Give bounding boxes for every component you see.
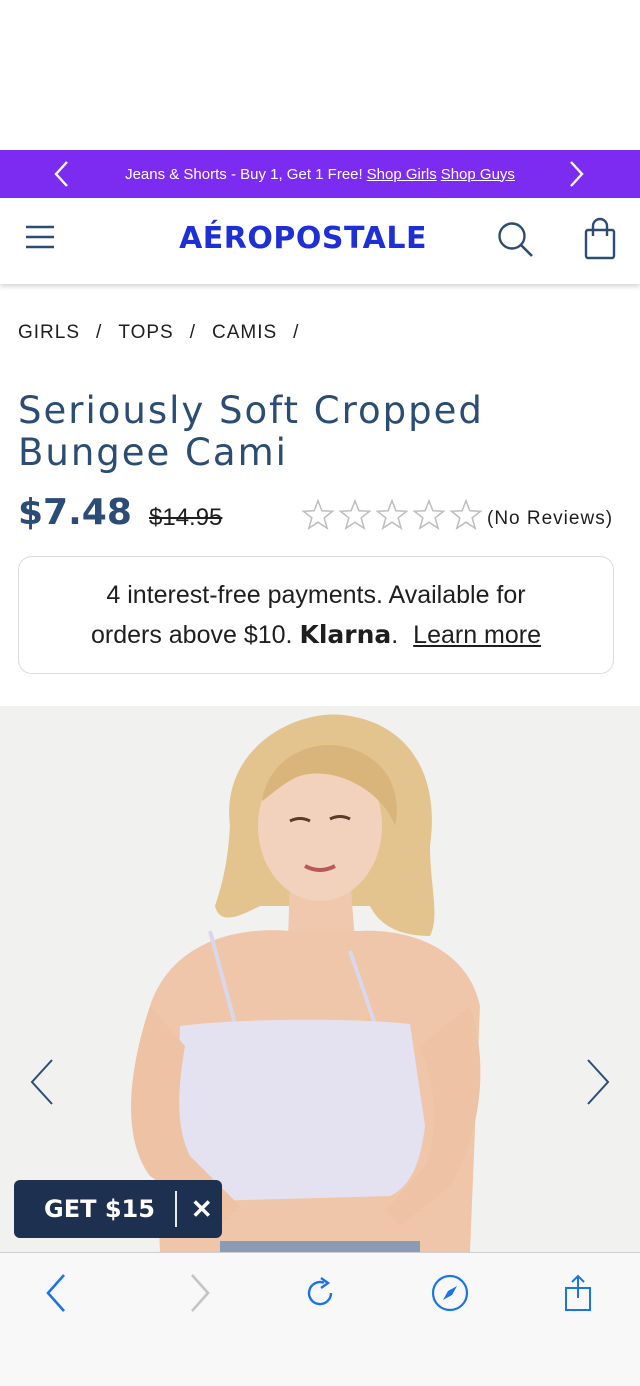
compass-icon bbox=[431, 1274, 469, 1312]
browser-toolbar bbox=[0, 1252, 640, 1386]
star-icon bbox=[301, 498, 335, 530]
chevron-left-icon bbox=[54, 161, 68, 187]
product-title: Seriously Soft Cropped Bungee Cami bbox=[18, 389, 484, 474]
shopping-bag-icon bbox=[584, 217, 616, 260]
brand-logo[interactable]: AÉROPOSTALE bbox=[152, 216, 454, 260]
star-icon bbox=[449, 498, 483, 530]
klarna-payment-box: 4 interest-free payments. Available for … bbox=[18, 556, 614, 674]
promo-prev-button[interactable] bbox=[38, 150, 86, 198]
breadcrumb-separator: / bbox=[293, 322, 300, 343]
sale-price: $7.48 bbox=[18, 492, 132, 533]
gallery-next-button[interactable] bbox=[578, 1056, 618, 1108]
top-blank-area bbox=[0, 0, 640, 150]
browser-reload-button[interactable] bbox=[298, 1271, 342, 1315]
breadcrumb-tops[interactable]: TOPS bbox=[118, 322, 173, 344]
gallery-prev-button[interactable] bbox=[22, 1056, 62, 1108]
klarna-line-2: orders above $10. Klarna. Learn more bbox=[91, 615, 541, 655]
browser-forward-button[interactable] bbox=[178, 1271, 222, 1315]
browser-share-button[interactable] bbox=[556, 1271, 600, 1315]
breadcrumb-camis[interactable]: CAMIS bbox=[212, 322, 277, 344]
breadcrumb-girls[interactable]: GIRLS bbox=[18, 322, 80, 344]
review-count[interactable]: (No Reviews) bbox=[487, 508, 613, 530]
chevron-left-icon bbox=[30, 1059, 53, 1105]
promo-banner: Jeans & Shorts - Buy 1, Get 1 Free! Shop… bbox=[0, 150, 640, 198]
promo-next-button[interactable] bbox=[552, 150, 600, 198]
breadcrumb: GIRLS / TOPS / CAMIS / bbox=[18, 322, 299, 344]
search-button[interactable] bbox=[494, 218, 536, 260]
promo-text: Jeans & Shorts - Buy 1, Get 1 Free! bbox=[125, 165, 363, 183]
menu-button[interactable] bbox=[22, 220, 58, 254]
share-icon bbox=[565, 1274, 591, 1311]
breadcrumb-separator: / bbox=[189, 322, 196, 343]
product-photo bbox=[0, 706, 640, 1252]
get-offer-button[interactable]: GET $15 ✕ bbox=[14, 1180, 222, 1238]
site-header: AÉROPOSTALE bbox=[0, 198, 640, 284]
back-icon bbox=[46, 1274, 65, 1312]
browser-compass-button[interactable] bbox=[428, 1271, 472, 1315]
klarna-logo: Klarna bbox=[299, 620, 392, 649]
price-row: $7.48 $14.95 (No Reviews) bbox=[18, 492, 628, 542]
rating-stars[interactable] bbox=[300, 497, 484, 533]
close-offer-button[interactable]: ✕ bbox=[191, 1194, 213, 1225]
shopping-bag-button[interactable] bbox=[578, 216, 622, 262]
original-price: $14.95 bbox=[149, 504, 223, 531]
klarna-line-1: 4 interest-free payments. Available for bbox=[106, 581, 526, 609]
chevron-right-icon bbox=[570, 161, 584, 187]
promo-shop-girls-link[interactable]: Shop Girls bbox=[367, 166, 437, 183]
get-offer-label[interactable]: GET $15 bbox=[44, 1195, 155, 1223]
star-icon bbox=[338, 498, 372, 530]
klarna-learn-more-link[interactable]: Learn more bbox=[413, 621, 541, 649]
search-icon bbox=[498, 222, 533, 257]
forward-icon bbox=[191, 1274, 210, 1312]
product-image-gallery[interactable] bbox=[0, 706, 640, 1252]
browser-back-button[interactable] bbox=[34, 1271, 78, 1315]
star-icon bbox=[375, 498, 409, 530]
offer-divider bbox=[174, 1191, 177, 1227]
klarna-line-2-prefix: orders above $10. bbox=[90, 621, 293, 649]
menu-icon bbox=[26, 225, 54, 249]
promo-shop-guys-link[interactable]: Shop Guys bbox=[441, 166, 515, 183]
breadcrumb-separator: / bbox=[96, 322, 103, 343]
reload-icon bbox=[307, 1277, 333, 1306]
chevron-right-icon bbox=[587, 1059, 610, 1105]
star-icon bbox=[412, 498, 446, 530]
klarna-period: . bbox=[391, 621, 399, 649]
